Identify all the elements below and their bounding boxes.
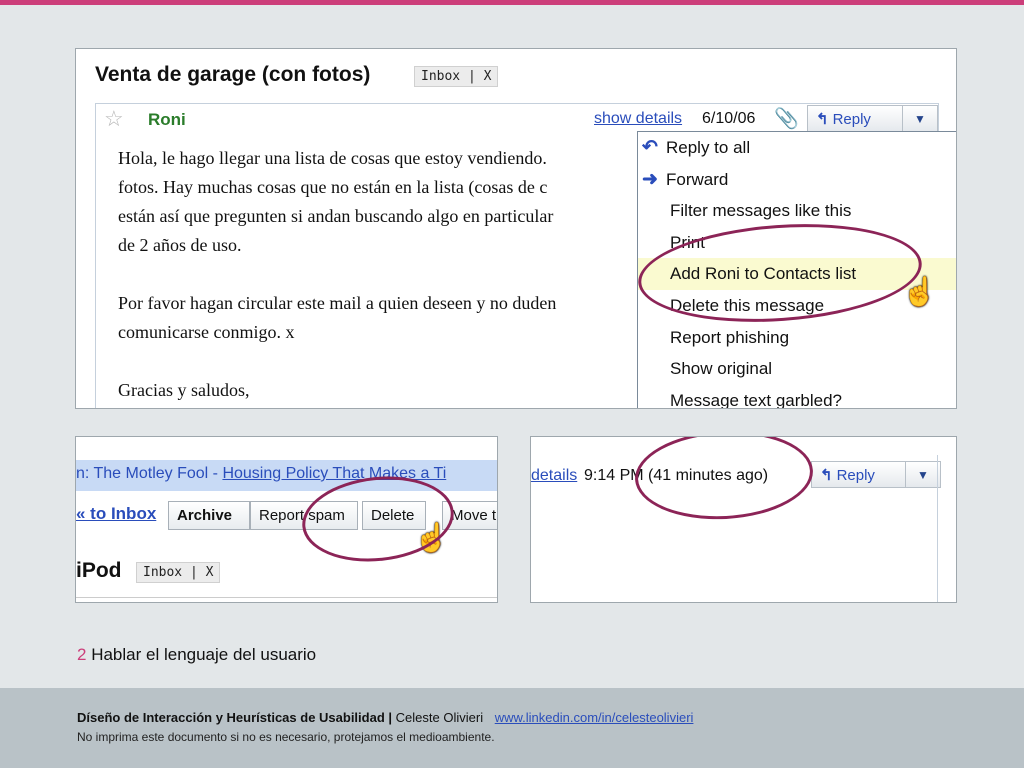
email-subject: iPod [76,559,122,582]
caption-text: Hablar el lenguaje del usuario [91,645,317,664]
annotation-circle [632,437,816,524]
menu-item-label: Forward [666,169,729,189]
sender-name: Roni [148,110,186,129]
body-line: Hola, le hago llegar una lista de cosas … [118,148,547,168]
slide-caption: 2 Hablar el lenguaje del usuario [77,645,316,665]
email-screenshot-main: Venta de garage (con fotos) Inbox | X ☆ … [75,48,957,409]
footer: Díseño de Interacción y Heurísticas de U… [0,688,1024,768]
body-line: fotos. Hay muchas cosas que no están en … [118,177,548,197]
reply-dropdown-button[interactable]: ▼ [902,105,938,132]
linkedin-link[interactable]: www.linkedin.com/in/celesteolivieri [495,710,694,725]
inbox-label-chip[interactable]: Inbox | X [414,66,499,87]
menu-item-label: Message text garbled? [670,390,842,409]
menu-item-show-original[interactable]: Show original [638,353,956,385]
reply-arrow-icon: ↰ [816,111,829,128]
dropdown-triangle-icon: ▼ [917,468,929,482]
body-line: Gracias y saludos, [118,380,250,400]
footer-note: No imprima este documento si no es neces… [77,730,495,744]
paperclip-icon: 📎 [774,108,799,130]
menu-item-label: Filter messages like this [670,201,852,221]
archive-button[interactable]: Archive [168,501,250,530]
email-subject: Venta de garage (con fotos) [95,63,371,86]
dropdown-triangle-icon: ▼ [914,112,926,126]
top-accent-bar [0,0,1024,5]
message-date: 6/10/06 [702,110,756,127]
details-link[interactable]: details [531,467,577,485]
caption-number: 2 [77,645,87,664]
body-line: de 2 años de uso. [118,235,242,255]
footer-separator: | [388,710,393,725]
message-body: Hola, le hago llegar una lista de cosas … [118,144,648,405]
menu-item-label: Show original [670,359,773,379]
divider [937,455,938,602]
body-line [118,347,648,376]
reply-button-label: Reply [836,467,875,484]
reply-button[interactable]: ↰ Reply [807,105,903,132]
forward-icon: ➜ [642,168,658,190]
email-screenshot-timestamp: details 9:14 PM (41 minutes ago) ↰ Reply … [530,436,957,603]
course-title: Díseño de Interacción y Heurísticas de U… [77,710,385,725]
menu-item-report-phishing[interactable]: Report phishing [638,322,956,354]
menu-item-forward[interactable]: ➜ Forward [638,164,956,196]
footer-credits: Díseño de Interacción y Heurísticas de U… [77,710,693,725]
menu-item-filter[interactable]: Filter messages like this [638,195,956,227]
menu-item-label: Reply to all [666,138,751,157]
reply-button[interactable]: ↰ Reply [811,461,907,488]
menu-item-label: Report phishing [670,327,790,347]
author-name: Celeste Olivieri [395,710,484,725]
body-line: comunicarse conmigo. x [118,322,295,342]
body-line [118,260,648,289]
menu-item-reply-all[interactable]: ↶ Reply to all [638,132,956,164]
star-icon[interactable]: ☆ [104,106,124,132]
reply-all-icon: ↶ [642,137,658,158]
divider [76,597,497,598]
reply-button-label: Reply [832,111,871,128]
back-to-inbox-link[interactable]: « to Inbox [76,504,156,524]
reply-dropdown-button[interactable]: ▼ [905,461,941,488]
email-screenshot-actions: n: The Motley Fool - Housing Policy That… [75,436,498,603]
body-line: Por favor hagan circular este mail a qui… [118,293,557,313]
list-header-prefix: n: The Motley Fool - [76,465,223,482]
body-line: están así que pregunten si andan buscand… [118,206,554,226]
reply-arrow-icon: ↰ [820,467,833,484]
inbox-label-chip[interactable]: Inbox | X [136,562,221,583]
menu-item-text-garbled[interactable]: Message text garbled? [638,385,956,409]
show-details-link[interactable]: show details [594,110,682,128]
